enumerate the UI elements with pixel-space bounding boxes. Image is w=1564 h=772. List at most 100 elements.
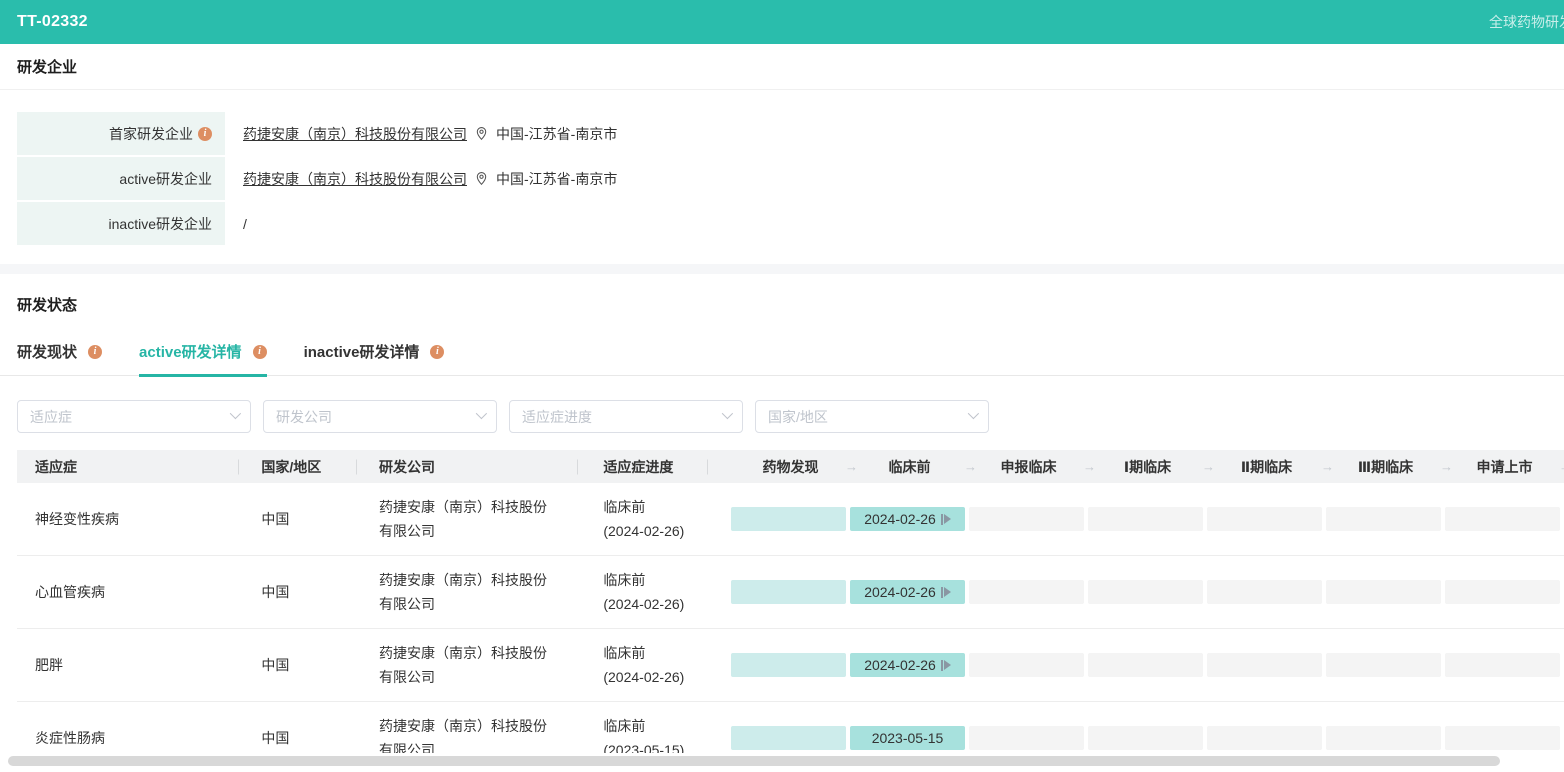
empty-value: / bbox=[243, 216, 247, 232]
stage-segment-discovery bbox=[731, 726, 846, 750]
stage-segment-preclinical[interactable]: 2023-05-15 bbox=[850, 726, 965, 750]
info-icon[interactable] bbox=[88, 345, 102, 359]
info-icon[interactable] bbox=[198, 127, 212, 141]
stage-segment-empty bbox=[1088, 726, 1203, 750]
col-header-region: 国家/地区 bbox=[239, 450, 357, 483]
col-header-preclinical: 临床前 → bbox=[850, 450, 969, 483]
progress-stage: 临床前 bbox=[603, 714, 645, 738]
company-link[interactable]: 药捷安康（南京）科技股份有限公司 bbox=[243, 124, 467, 144]
rd-detail-table: 适应症 国家/地区 研发公司 适应症进度 药物发现 → 临床前 → 申报临床 →… bbox=[17, 450, 1564, 772]
stage-segment-preclinical[interactable]: 2024-02-26 bbox=[850, 507, 965, 531]
enterprise-row-value: / bbox=[225, 202, 247, 245]
filter-company-select[interactable]: 研发公司 bbox=[263, 400, 497, 433]
enterprise-row-label: 首家研发企业 bbox=[17, 112, 225, 155]
tab-label: active研发详情 bbox=[139, 341, 242, 362]
location-pin-icon bbox=[474, 171, 489, 186]
step-forward-icon[interactable] bbox=[941, 587, 951, 598]
enterprise-row-label: inactive研发企业 bbox=[17, 202, 225, 245]
stage-segment-empty bbox=[969, 726, 1084, 750]
progress-stage: 临床前 bbox=[603, 495, 645, 519]
pipeline-bar: 2024-02-26 bbox=[731, 580, 1564, 604]
location-pin-icon bbox=[474, 126, 489, 141]
col-header-progress: 适应症进度 bbox=[578, 450, 708, 483]
select-placeholder: 研发公司 bbox=[276, 407, 332, 427]
stage-segment-empty bbox=[1088, 653, 1203, 677]
cell-progress: 临床前 (2024-02-26) bbox=[578, 556, 708, 628]
stage-segment-empty bbox=[969, 580, 1084, 604]
tab-active-rd-detail[interactable]: active研发详情 bbox=[139, 341, 267, 377]
col-header-company: 研发公司 bbox=[357, 450, 578, 483]
cell-company: 药捷安康（南京）科技股份有限公司 bbox=[357, 629, 578, 701]
segment-date: 2024-02-26 bbox=[864, 584, 936, 600]
progress-date: (2024-02-26) bbox=[603, 592, 684, 616]
enterprise-row-label: active研发企业 bbox=[17, 157, 225, 200]
col-header-phase1: Ⅰ期临床 → bbox=[1088, 450, 1207, 483]
cell-indication: 神经变性疾病 bbox=[17, 483, 239, 555]
progress-stage: 临床前 bbox=[603, 568, 645, 592]
cell-region: 中国 bbox=[239, 483, 357, 555]
enterprise-row-active: active研发企业 药捷安康（南京）科技股份有限公司 中国-江苏省-南京市 bbox=[17, 157, 1564, 200]
company-location: 中国-江苏省-南京市 bbox=[496, 124, 617, 144]
stage-arrow-icon: → bbox=[964, 459, 977, 474]
progress-date: (2024-02-26) bbox=[603, 665, 684, 689]
segment-date: 2024-02-26 bbox=[864, 657, 936, 673]
cell-progress: 临床前 (2024-02-26) bbox=[578, 483, 708, 555]
enterprise-label-text: 首家研发企业 bbox=[109, 124, 193, 144]
tab-label: 研发现状 bbox=[17, 341, 77, 362]
chevron-down-icon bbox=[476, 407, 487, 418]
filter-bar: 适应症 研发公司 适应症进度 国家/地区 bbox=[17, 400, 1564, 433]
enterprise-section-title: 研发企业 bbox=[17, 56, 77, 77]
stage-segment-empty bbox=[1207, 653, 1322, 677]
table-row: 肥胖 中国 药捷安康（南京）科技股份有限公司 临床前 (2024-02-26) … bbox=[17, 629, 1564, 702]
stage-segment-empty bbox=[1445, 653, 1560, 677]
top-bar: TT-02332 全球药物研发 bbox=[0, 0, 1564, 44]
segment-date: 2023-05-15 bbox=[872, 730, 944, 746]
progress-date: (2024-02-26) bbox=[603, 519, 684, 543]
chevron-down-icon bbox=[230, 407, 241, 418]
filter-region-select[interactable]: 国家/地区 bbox=[755, 400, 989, 433]
info-icon[interactable] bbox=[253, 345, 267, 359]
tab-inactive-rd-detail[interactable]: inactive研发详情 bbox=[304, 341, 445, 377]
progress-stage: 临床前 bbox=[603, 641, 645, 665]
stage-segment-discovery bbox=[731, 653, 846, 677]
select-placeholder: 适应症进度 bbox=[522, 407, 592, 427]
enterprise-row-value: 药捷安康（南京）科技股份有限公司 中国-江苏省-南京市 bbox=[225, 112, 617, 155]
scrollbar-thumb[interactable] bbox=[8, 756, 1500, 766]
filter-indication-select[interactable]: 适应症 bbox=[17, 400, 251, 433]
cell-indication: 肥胖 bbox=[17, 629, 239, 701]
select-placeholder: 国家/地区 bbox=[768, 407, 828, 427]
stage-segment-preclinical[interactable]: 2024-02-26 bbox=[850, 653, 965, 677]
enterprise-label-text: active研发企业 bbox=[119, 169, 212, 189]
cell-indication: 心血管疾病 bbox=[17, 556, 239, 628]
stage-segment-empty bbox=[1207, 507, 1322, 531]
status-tabs: 研发现状 active研发详情 inactive研发详情 bbox=[0, 341, 1564, 376]
enterprise-table: 首家研发企业 药捷安康（南京）科技股份有限公司 中国-江苏省-南京市 activ… bbox=[17, 112, 1564, 245]
stage-segment-preclinical[interactable]: 2024-02-26 bbox=[850, 580, 965, 604]
step-forward-icon[interactable] bbox=[941, 514, 951, 525]
stage-segment-empty bbox=[969, 507, 1084, 531]
col-header-drug-discovery: 药物发现 → bbox=[731, 450, 850, 483]
cell-progress: 临床前 (2024-02-26) bbox=[578, 629, 708, 701]
info-icon[interactable] bbox=[430, 345, 444, 359]
tab-rd-status[interactable]: 研发现状 bbox=[17, 341, 102, 377]
stage-segment-empty bbox=[1326, 653, 1441, 677]
stage-segment-empty bbox=[1088, 507, 1203, 531]
filter-progress-select[interactable]: 适应症进度 bbox=[509, 400, 743, 433]
stage-segment-empty bbox=[1326, 726, 1441, 750]
segment-date: 2024-02-26 bbox=[864, 511, 936, 527]
cell-region: 中国 bbox=[239, 629, 357, 701]
stage-segment-discovery bbox=[731, 507, 846, 531]
top-bar-right-link[interactable]: 全球药物研发 bbox=[1489, 12, 1564, 32]
col-header-nda: 申请上市 → bbox=[1445, 450, 1564, 483]
table-row: 心血管疾病 中国 药捷安康（南京）科技股份有限公司 临床前 (2024-02-2… bbox=[17, 556, 1564, 629]
stage-arrow-icon: → bbox=[1083, 459, 1096, 474]
col-header-phase2: Ⅱ期临床 → bbox=[1207, 450, 1326, 483]
stage-segment-empty bbox=[1207, 726, 1322, 750]
company-link[interactable]: 药捷安康（南京）科技股份有限公司 bbox=[243, 169, 467, 189]
stage-segment-empty bbox=[1207, 580, 1322, 604]
table-header: 适应症 国家/地区 研发公司 适应症进度 药物发现 → 临床前 → 申报临床 →… bbox=[17, 450, 1564, 483]
enterprise-section-header: 研发企业 bbox=[0, 44, 1564, 90]
table-row: 神经变性疾病 中国 药捷安康（南京）科技股份有限公司 临床前 (2024-02-… bbox=[17, 483, 1564, 556]
step-forward-icon[interactable] bbox=[941, 660, 951, 671]
pipeline-bar: 2024-02-26 bbox=[731, 653, 1564, 677]
